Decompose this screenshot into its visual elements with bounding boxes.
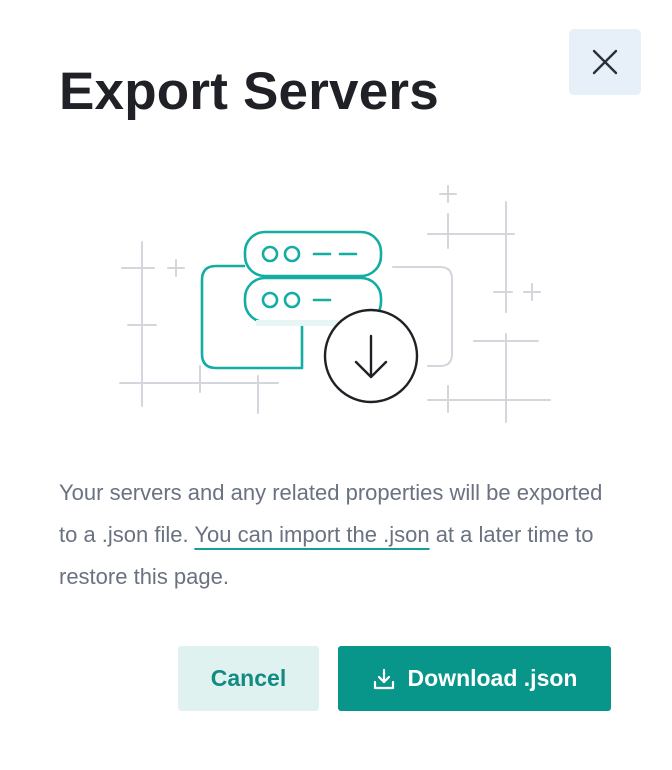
close-button[interactable] bbox=[569, 29, 641, 95]
cancel-button[interactable]: Cancel bbox=[178, 646, 319, 711]
export-servers-dialog: Export Servers Your servers and any rela… bbox=[0, 0, 672, 770]
dialog-description: Your servers and any related properties … bbox=[59, 472, 619, 598]
download-json-button[interactable]: Download .json bbox=[338, 646, 611, 711]
download-button-label: Download .json bbox=[407, 665, 578, 691]
import-json-link[interactable]: You can import the .json bbox=[194, 522, 429, 547]
cancel-button-label: Cancel bbox=[210, 665, 287, 691]
download-icon bbox=[372, 667, 396, 691]
dialog-title: Export Servers bbox=[59, 62, 439, 121]
close-icon bbox=[591, 48, 619, 76]
server-export-illustration bbox=[110, 180, 560, 430]
